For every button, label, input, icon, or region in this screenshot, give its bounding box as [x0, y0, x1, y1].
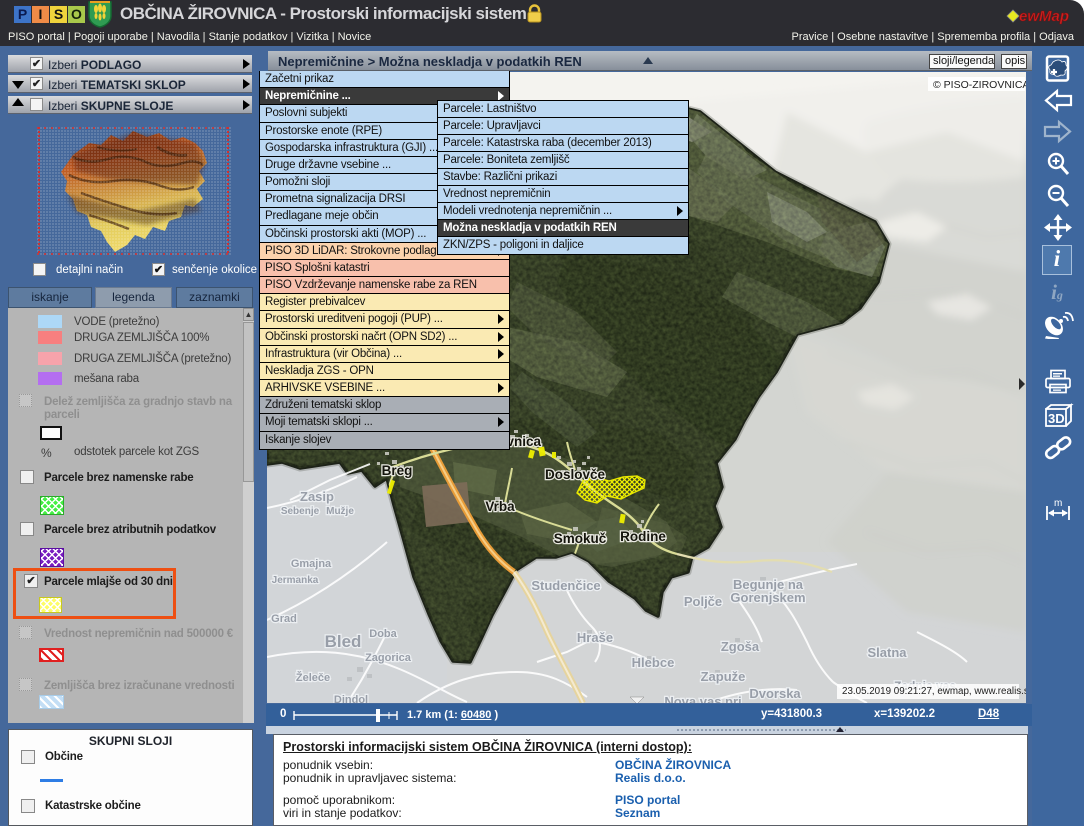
svg-text:Hlebce: Hlebce [632, 655, 675, 670]
svg-text:Hraše: Hraše [577, 630, 613, 645]
svg-text:Dvorska: Dvorska [749, 686, 801, 701]
svg-text:m: m [1054, 498, 1062, 509]
svg-text:Zasip: Zasip [300, 489, 334, 504]
svg-text:Gorenjskem: Gorenjskem [730, 590, 805, 605]
svg-text:Breg: Breg [382, 463, 413, 478]
svg-text:Doslovče: Doslovče [545, 467, 606, 482]
svg-text:Grad: Grad [271, 613, 297, 625]
svg-text:Rodine: Rodine [620, 529, 666, 544]
svg-text:23.05.2019 09:21:27, ewmap, ww: 23.05.2019 09:21:27, ewmap, www.realis.s… [842, 686, 1026, 697]
svg-text:Smokuč: Smokuč [554, 531, 607, 546]
svg-text:Mužje: Mužje [326, 506, 354, 517]
svg-text:Nova vas pri: Nova vas pri [664, 694, 741, 703]
svg-text:Gmajna: Gmajna [291, 558, 332, 570]
svg-text:Vrba: Vrba [485, 499, 515, 514]
svg-text:ewMap: ewMap [1019, 8, 1069, 25]
svg-text:Jermanka: Jermanka [272, 575, 319, 586]
svg-text:Poljče: Poljče [684, 594, 722, 609]
svg-text:Doba: Doba [369, 628, 397, 640]
svg-text:Bled: Bled [325, 632, 362, 651]
svg-text:Zagorica: Zagorica [365, 652, 412, 664]
svg-text:© PISO-ZIROVNICA: © PISO-ZIROVNICA [933, 79, 1026, 91]
svg-text:3D: 3D [1048, 411, 1065, 426]
svg-text:Zapuže: Zapuže [701, 669, 746, 684]
svg-text:Želeče: Želeče [296, 671, 330, 684]
svg-text:Studenčice: Studenčice [531, 578, 600, 593]
svg-text:Dindol: Dindol [334, 694, 368, 703]
svg-text:Sebenje: Sebenje [281, 506, 320, 517]
svg-text:Slatna: Slatna [867, 645, 907, 660]
svg-text:Zgoša: Zgoša [721, 639, 760, 654]
